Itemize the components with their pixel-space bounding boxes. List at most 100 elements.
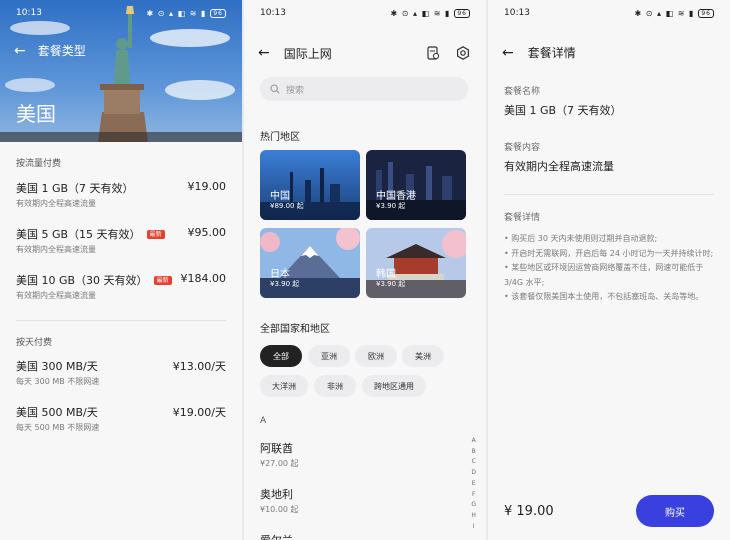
page-title: 国际上网 (283, 46, 332, 61)
package-item[interactable]: 美国 300 MB/天 ¥13.00/天 每天 300 MB 不限网速 (16, 358, 226, 396)
status-icons: ✱ ⊙ ▴ ◧ ≋ ▮ 96 (635, 8, 714, 18)
package-desc: 有效期内全程高速流量 (16, 245, 96, 254)
index-letter[interactable]: H (471, 511, 476, 522)
region-name: 日本 (270, 269, 290, 280)
buy-button[interactable]: 购买 (636, 495, 714, 527)
battery-icon: 96 (210, 8, 226, 18)
index-letter[interactable]: A (472, 436, 476, 447)
package-name-value: 美国 1 GB（7 天有效） (504, 104, 622, 117)
package-detail-list: • 购买后 30 天内未使用则过期并自动退款; • 开启时无需联网，开启后每 2… (504, 232, 716, 305)
region-price: ¥3.90 起 (376, 280, 406, 288)
country-price: ¥27.00 起 (260, 459, 299, 468)
package-name: 美国 5 GB（15 天有效） (16, 228, 141, 241)
index-letter[interactable]: F (472, 490, 475, 501)
package-price: ¥95.00 (187, 226, 227, 239)
index-letter[interactable]: C (472, 457, 476, 468)
index-letter[interactable]: G (471, 500, 476, 511)
detail-item: • 开启时无需联网，开启后每 24 小时记为一天并持续计时; (504, 248, 714, 258)
status-bar: 10:13 ✱ ⊙ ▴ ◧ ≋ ▮ 96 (488, 6, 730, 20)
chip-americas[interactable]: 美洲 (402, 345, 444, 367)
package-desc: 有效期内全程高速流量 (16, 199, 96, 208)
package-price: ¥19.00/天 (172, 406, 226, 419)
search-input[interactable]: 搜索 (260, 77, 468, 101)
detail-item: • 该套餐仅限美国本土使用，不包括塞班岛、关岛等地。 (504, 292, 704, 301)
battery-icon: 96 (454, 8, 470, 18)
back-arrow-icon[interactable]: ← (502, 46, 514, 60)
package-content-value: 有效期内全程高速流量 (504, 160, 614, 173)
new-badge: 最新 (153, 275, 172, 285)
chip-all[interactable]: 全部 (260, 345, 302, 367)
alphabet-index[interactable]: A B C D E F G H I (471, 436, 476, 532)
chip-oceania[interactable]: 大洋洲 (260, 375, 308, 397)
package-desc: 有效期内全程高速流量 (16, 291, 96, 300)
package-desc: 每天 300 MB 不限网速 (16, 377, 100, 386)
detail-item: • 某些地区或环境因运营商网络覆盖不佳，网速可能低于 3/4G 水平; (504, 263, 704, 287)
top-nav: ← 套餐详情 (502, 44, 716, 61)
region-price: ¥3.90 起 (376, 202, 406, 210)
package-detail-screen: 10:13 ✱ ⊙ ▴ ◧ ≋ ▮ 96 ← 套餐详情 套餐名称 美国 1 GB（… (488, 0, 730, 540)
divider (504, 194, 714, 195)
region-card-hongkong[interactable]: 中国香港 ¥3.90 起 (366, 150, 466, 220)
package-name: 美国 1 GB（7 天有效） (16, 182, 134, 195)
status-time: 10:13 (260, 8, 286, 18)
top-nav: ← 国际上网 (258, 44, 472, 62)
index-letter[interactable]: D (471, 468, 476, 479)
divider (16, 320, 226, 321)
index-letter[interactable]: I (473, 522, 475, 533)
total-price: ¥ 19.00 (504, 504, 554, 519)
status-time: 10:13 (504, 8, 530, 18)
back-arrow-icon[interactable]: ← (258, 46, 270, 60)
back-arrow-icon[interactable]: ← (14, 44, 26, 58)
package-price: ¥13.00/天 (172, 360, 226, 373)
country-title: 美国 (16, 102, 56, 126)
package-item[interactable]: 美国 5 GB（15 天有效） 最新 ¥95.00 有效期内全程高速流量 (16, 226, 226, 264)
package-item[interactable]: 美国 1 GB（7 天有效） ¥19.00 有效期内全程高速流量 (16, 180, 226, 218)
chip-asia[interactable]: 亚洲 (308, 345, 350, 367)
index-letter[interactable]: E (472, 479, 476, 490)
chip-africa[interactable]: 非洲 (314, 375, 356, 397)
region-card-china[interactable]: 中国 ¥89.00 起 (260, 150, 360, 220)
package-name: 美国 300 MB/天 (16, 360, 98, 373)
region-price: ¥89.00 起 (270, 202, 304, 210)
chip-europe[interactable]: 欧洲 (355, 345, 397, 367)
region-price: ¥3.90 起 (270, 280, 300, 288)
orders-icon[interactable] (424, 44, 442, 62)
region-card-korea[interactable]: 韩国 ¥3.90 起 (366, 228, 466, 298)
country-item[interactable]: 奥地利 (260, 486, 293, 502)
package-item[interactable]: 美国 500 MB/天 ¥19.00/天 每天 500 MB 不限网速 (16, 404, 226, 442)
country-item[interactable]: 爱尔兰 (260, 532, 293, 540)
region-name: 韩国 (376, 269, 396, 280)
index-letter[interactable]: B (472, 447, 476, 458)
package-name: 美国 10 GB（30 天有效） (16, 274, 148, 287)
top-nav: ← 套餐类型 (14, 42, 86, 59)
status-time: 10:13 (16, 8, 42, 18)
settings-gear-icon[interactable] (454, 44, 472, 62)
all-regions-title: 全部国家和地区 (260, 324, 330, 335)
region-card-japan[interactable]: 日本 ¥3.90 起 (260, 228, 360, 298)
package-name-label: 套餐名称 (504, 87, 541, 97)
status-bar: 10:13 ✱ ⊙ ▴ ◧ ≋ ▮ 96 (0, 6, 242, 20)
region-name: 中国 (270, 191, 290, 202)
section-header-day: 按天付费 (16, 338, 53, 348)
letter-header: A (260, 416, 267, 426)
detail-item: • 购买后 30 天内未使用则过期并自动退款; (504, 234, 658, 243)
search-icon (270, 84, 280, 94)
package-desc: 每天 500 MB 不限网速 (16, 423, 100, 432)
region-name: 中国香港 (376, 191, 416, 202)
package-item[interactable]: 美国 10 GB（30 天有效） 最新 ¥184.00 有效期内全程高速流量 (16, 272, 226, 310)
section-header-flow: 按流量付费 (16, 159, 62, 169)
search-placeholder: 搜索 (286, 85, 305, 96)
package-detail-label: 套餐详情 (504, 213, 541, 223)
package-type-screen: 10:13 ✱ ⊙ ▴ ◧ ≋ ▮ 96 ← 套餐类型 美国 按流量付费 美国 1… (0, 0, 242, 540)
country-price: ¥10.00 起 (260, 505, 299, 514)
new-badge: 最新 (146, 229, 165, 239)
status-icons: ✱ ⊙ ▴ ◧ ≋ ▮ 96 (147, 8, 226, 18)
chip-cross-region[interactable]: 跨地区通用 (362, 375, 426, 397)
package-name: 美国 500 MB/天 (16, 406, 98, 419)
package-content-label: 套餐内容 (504, 143, 541, 153)
status-icons: ✱ ⊙ ▴ ◧ ≋ ▮ 96 (391, 8, 470, 18)
country-item[interactable]: 阿联酋 (260, 440, 293, 456)
international-roaming-screen: 10:13 ✱ ⊙ ▴ ◧ ≋ ▮ 96 ← 国际上网 搜索 热门地区 中国 ¥8… (244, 0, 486, 540)
package-price: ¥184.00 (180, 272, 227, 285)
package-price: ¥19.00 (187, 180, 227, 193)
